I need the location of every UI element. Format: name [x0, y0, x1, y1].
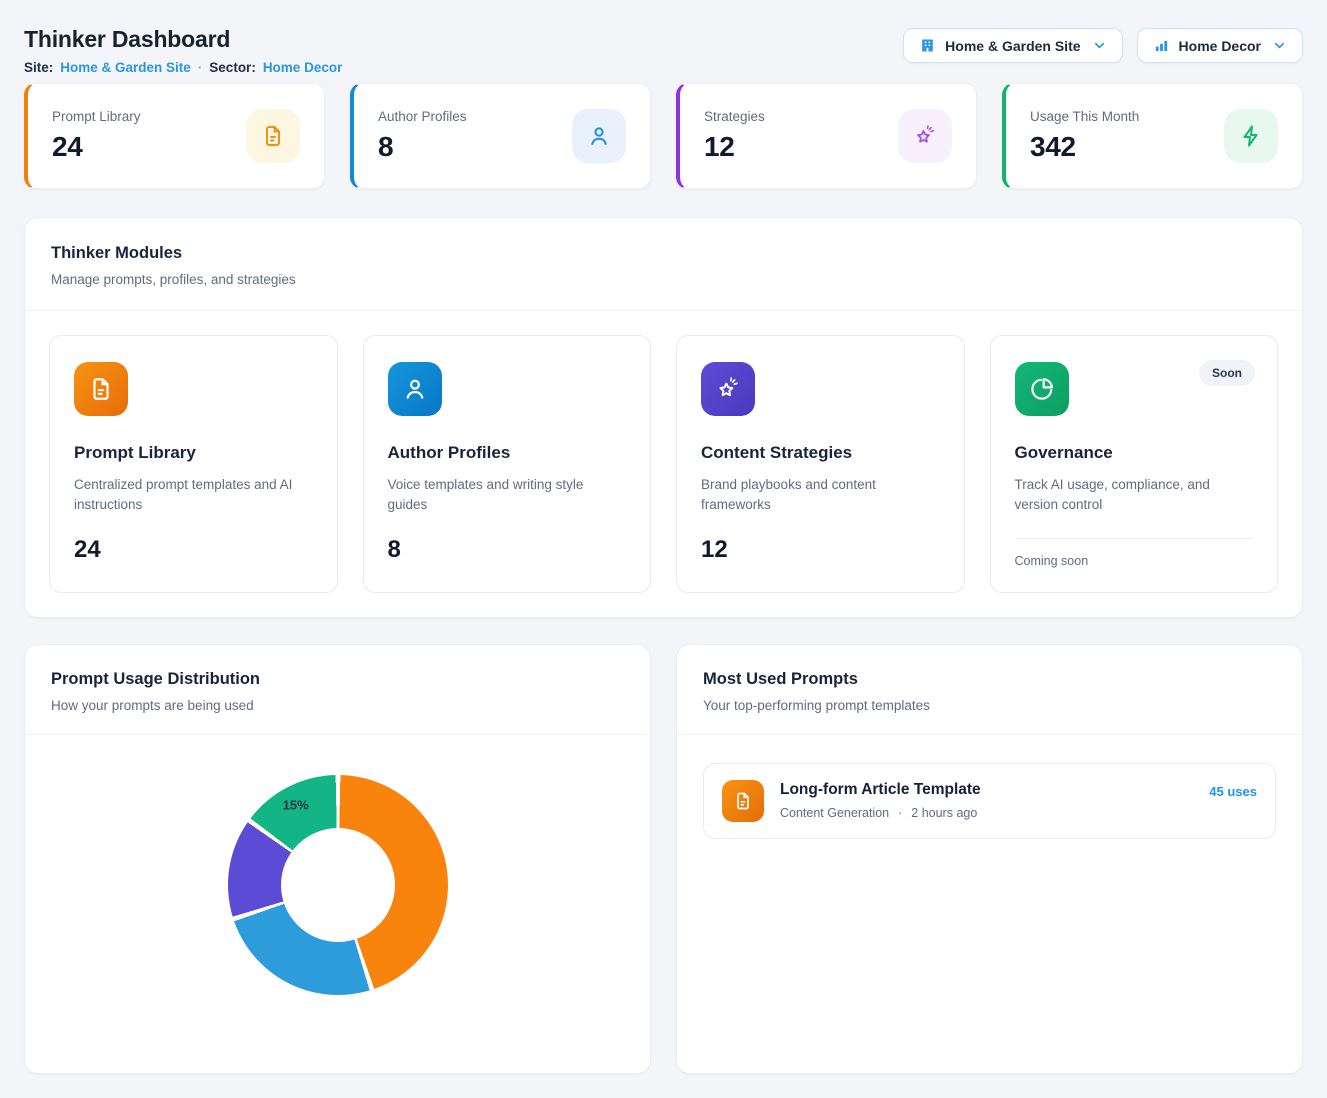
breadcrumb-separator: · — [198, 60, 203, 75]
module-card-author-profiles[interactable]: Author Profiles Voice templates and writ… — [363, 335, 652, 593]
modules-grid: Prompt Library Centralized prompt templa… — [25, 311, 1302, 617]
star-sparkle-icon — [898, 109, 952, 163]
module-description: Centralized prompt templates and AI inst… — [74, 475, 313, 516]
stat-text: Author Profiles 8 — [378, 109, 467, 163]
stat-label: Usage This Month — [1030, 109, 1139, 124]
prompts-card-subtitle: Your top-performing prompt templates — [703, 698, 1276, 713]
site-selector-label: Home & Garden Site — [945, 38, 1080, 54]
dashboard-page: Thinker Dashboard Site: Home & Garden Si… — [0, 0, 1327, 1098]
sector-link[interactable]: Home Decor — [263, 60, 343, 75]
modules-panel-title: Thinker Modules — [51, 244, 1276, 263]
star-sparkle-icon — [701, 362, 755, 416]
stat-value: 342 — [1030, 131, 1139, 163]
document-icon — [722, 780, 764, 822]
prompts-list: Long-form Article Template Content Gener… — [677, 735, 1302, 867]
sector-label: Sector: — [209, 60, 256, 75]
prompt-item-uses-badge: 45 uses — [1209, 784, 1257, 799]
soon-badge: Soon — [1199, 360, 1255, 386]
pie-chart-icon — [1015, 362, 1069, 416]
stats-row: Prompt Library 24 Author Profiles 8 Stra… — [24, 83, 1303, 189]
sector-selector-button[interactable]: Home Decor — [1137, 28, 1303, 63]
page-header-left: Thinker Dashboard Site: Home & Garden Si… — [24, 24, 342, 75]
module-card-governance[interactable]: Soon Governance Track AI usage, complian… — [990, 335, 1279, 593]
stat-value: 24 — [52, 131, 141, 163]
user-icon — [572, 109, 626, 163]
user-icon — [388, 362, 442, 416]
stat-text: Usage This Month 342 — [1030, 109, 1139, 163]
prompt-item-category: Content Generation — [780, 806, 889, 820]
bottom-row: Prompt Usage Distribution How your promp… — [24, 644, 1303, 1074]
stat-value: 8 — [378, 131, 467, 163]
prompt-item-time: 2 hours ago — [911, 806, 977, 820]
module-card-prompt-library[interactable]: Prompt Library Centralized prompt templa… — [49, 335, 338, 593]
page-header: Thinker Dashboard Site: Home & Garden Si… — [24, 24, 1303, 75]
module-description: Brand playbooks and content frameworks — [701, 475, 940, 516]
stat-card-author-profiles: Author Profiles 8 — [350, 83, 651, 189]
site-link[interactable]: Home & Garden Site — [60, 60, 191, 75]
stat-label: Author Profiles — [378, 109, 467, 124]
site-label: Site: — [24, 60, 53, 75]
thinker-modules-panel: Thinker Modules Manage prompts, profiles… — [24, 217, 1303, 618]
stat-card-prompt-library: Prompt Library 24 — [24, 83, 325, 189]
chevron-down-icon — [1272, 38, 1287, 53]
stat-text: Prompt Library 24 — [52, 109, 141, 163]
prompt-item-meta: Content Generation · 2 hours ago — [780, 806, 1193, 820]
donut-slice-label: 15% — [283, 798, 309, 813]
module-value: 24 — [74, 536, 313, 564]
stat-label: Prompt Library — [52, 109, 141, 124]
lightning-icon — [1224, 109, 1278, 163]
module-title: Prompt Library — [74, 443, 313, 463]
prompt-item-text: Long-form Article Template Content Gener… — [780, 781, 1193, 820]
usage-chart-area: 15% — [25, 735, 650, 995]
usage-donut-chart: 15% — [228, 775, 448, 995]
usage-distribution-card: Prompt Usage Distribution How your promp… — [24, 644, 651, 1074]
coming-soon-text: Coming soon — [1015, 538, 1254, 568]
module-title: Content Strategies — [701, 443, 940, 463]
bar-chart-icon — [1153, 37, 1170, 54]
stat-label: Strategies — [704, 109, 765, 124]
usage-card-title: Prompt Usage Distribution — [51, 670, 624, 689]
prompt-list-item[interactable]: Long-form Article Template Content Gener… — [703, 763, 1276, 839]
page-title: Thinker Dashboard — [24, 26, 342, 53]
chevron-down-icon — [1092, 38, 1107, 53]
module-value: 8 — [388, 536, 627, 564]
prompts-card-header: Most Used Prompts Your top-performing pr… — [677, 645, 1302, 735]
module-title: Author Profiles — [388, 443, 627, 463]
building-icon — [919, 37, 936, 54]
usage-card-subtitle: How your prompts are being used — [51, 698, 624, 713]
stat-card-usage: Usage This Month 342 — [1002, 83, 1303, 189]
document-icon — [246, 109, 300, 163]
document-icon — [74, 362, 128, 416]
stat-card-strategies: Strategies 12 — [676, 83, 977, 189]
usage-card-header: Prompt Usage Distribution How your promp… — [25, 645, 650, 735]
sector-selector-label: Home Decor — [1179, 38, 1261, 54]
breadcrumb: Site: Home & Garden Site · Sector: Home … — [24, 60, 342, 75]
stat-text: Strategies 12 — [704, 109, 765, 163]
module-card-content-strategies[interactable]: Content Strategies Brand playbooks and c… — [676, 335, 965, 593]
stat-value: 12 — [704, 131, 765, 163]
prompt-item-title: Long-form Article Template — [780, 781, 1193, 799]
modules-panel-header: Thinker Modules Manage prompts, profiles… — [25, 218, 1302, 311]
module-value: 12 — [701, 536, 940, 564]
most-used-prompts-card: Most Used Prompts Your top-performing pr… — [676, 644, 1303, 1074]
module-description: Track AI usage, compliance, and version … — [1015, 475, 1254, 516]
site-selector-button[interactable]: Home & Garden Site — [903, 28, 1122, 63]
modules-panel-subtitle: Manage prompts, profiles, and strategies — [51, 272, 1276, 287]
meta-separator: · — [898, 806, 902, 820]
module-description: Voice templates and writing style guides — [388, 475, 627, 516]
module-title: Governance — [1015, 443, 1254, 463]
prompts-card-title: Most Used Prompts — [703, 670, 1276, 689]
header-actions: Home & Garden Site Home Decor — [903, 28, 1303, 63]
